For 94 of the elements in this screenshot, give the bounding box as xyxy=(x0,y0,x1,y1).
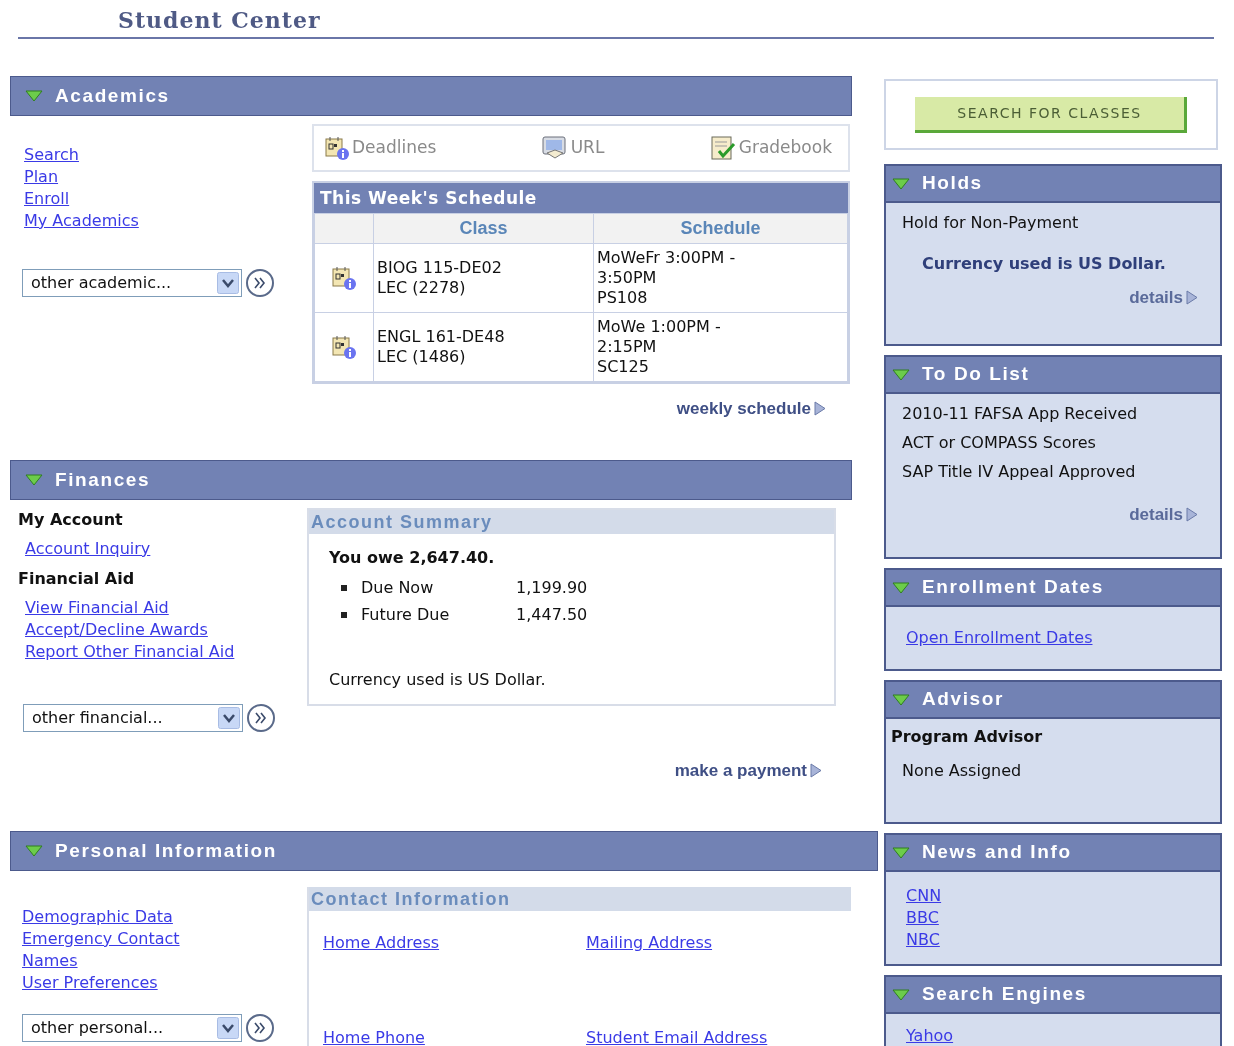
section-title: Academics xyxy=(55,83,170,108)
toolbar-button[interactable]: Deadlines xyxy=(324,135,437,161)
amount-label: Future Due xyxy=(361,605,451,624)
nav-link[interactable]: Emergency Contact xyxy=(22,928,180,950)
calendar-info-icon xyxy=(324,135,350,161)
amount-owed: You owe 2,647.40. xyxy=(329,547,496,569)
triangle-arrow-icon xyxy=(810,763,822,779)
panel-title: Holds xyxy=(922,171,983,196)
panel-link[interactable]: CNN xyxy=(906,886,942,905)
section-title: Finances xyxy=(55,467,151,492)
collapse-triangle-icon[interactable] xyxy=(892,368,910,381)
panel-link[interactable]: Yahoo xyxy=(906,1026,954,1045)
collapse-triangle-icon[interactable] xyxy=(25,474,43,486)
go-button[interactable] xyxy=(247,704,275,732)
panel-link[interactable]: Open Enrollment Dates xyxy=(906,628,1093,647)
search-classes-button[interactable]: SEARCH FOR CLASSES xyxy=(915,96,1187,133)
go-button[interactable] xyxy=(246,1014,274,1042)
nav-link[interactable]: My Academics xyxy=(24,210,139,232)
details-link[interactable]: details xyxy=(1129,285,1198,311)
nav-link[interactable]: Enroll xyxy=(24,188,70,210)
panel-text: SAP Title IV Appeal Approved xyxy=(901,461,1137,483)
toolbar-button[interactable]: Gradebook xyxy=(708,134,832,162)
nav-link[interactable]: View Financial Aid xyxy=(25,597,169,619)
table-title: This Week's Schedule xyxy=(314,183,848,213)
dropdown[interactable]: other financial... xyxy=(23,704,243,732)
nav-link[interactable]: User Preferences xyxy=(22,972,158,994)
panel-title: Enrollment Dates xyxy=(922,575,1104,600)
table-cell: MoWe 1:00PM - 2:15PM SC125 xyxy=(593,312,848,382)
table-cell: ENGL 161-DE48 LEC (1486) xyxy=(373,312,594,382)
caret-icon xyxy=(218,707,240,729)
collapse-triangle-icon[interactable] xyxy=(892,693,910,706)
caret-icon xyxy=(217,1017,239,1039)
bullet-icon xyxy=(341,584,347,591)
panel-title: To Do List xyxy=(922,362,1030,387)
collapse-triangle-icon[interactable] xyxy=(25,845,43,857)
nav-link[interactable]: Names xyxy=(22,950,78,972)
nav-link[interactable]: Accept/Decline Awards xyxy=(25,619,208,641)
box-title: Contact Information xyxy=(309,887,851,911)
calendar-info-icon xyxy=(331,334,357,360)
caret-icon xyxy=(217,272,239,294)
box-title: Account Summary xyxy=(309,510,834,534)
contact-link[interactable]: Mailing Address xyxy=(586,931,713,955)
panel-note: Currency used is US Dollar. xyxy=(921,253,1167,275)
collapse-triangle-icon[interactable] xyxy=(892,846,910,859)
dropdown[interactable]: other personal... xyxy=(22,1014,242,1042)
panel-text: None Assigned xyxy=(901,760,1023,782)
currency-note: Currency used is US Dollar. xyxy=(329,669,547,691)
panel-title: News and Info xyxy=(922,840,1072,865)
table-cell: BIOG 115-DE02 LEC (2278) xyxy=(373,243,594,313)
section-title: Personal Information xyxy=(55,838,278,863)
page-title: Student Center xyxy=(117,6,322,35)
checklist-icon xyxy=(708,134,737,162)
collapse-triangle-icon[interactable] xyxy=(25,90,43,102)
panel-link[interactable]: BBC xyxy=(906,908,939,927)
column-header: Class xyxy=(373,213,594,244)
bullet-icon xyxy=(341,611,347,618)
calendar-info-icon xyxy=(331,265,357,291)
contact-link[interactable]: Student Email Address xyxy=(586,1026,768,1046)
go-button[interactable] xyxy=(246,269,274,297)
group-heading: My Account xyxy=(18,510,124,530)
amount-value: 1,447.50 xyxy=(516,605,588,624)
nav-link[interactable]: Account Inquiry xyxy=(25,538,151,560)
contact-link[interactable]: Home Phone xyxy=(323,1026,425,1046)
nav-link[interactable]: Report Other Financial Aid xyxy=(25,641,235,663)
dropdown[interactable]: other academic... xyxy=(22,269,242,297)
more-link[interactable]: make a payment xyxy=(674,758,822,784)
collapse-triangle-icon[interactable] xyxy=(892,988,910,1001)
nav-link[interactable]: Plan xyxy=(24,166,59,188)
panel-link[interactable]: NBC xyxy=(906,930,940,949)
collapse-triangle-icon[interactable] xyxy=(892,581,910,594)
contact-link[interactable]: Home Address xyxy=(323,931,440,955)
table-cell: MoWeFr 3:00PM - 3:50PM PS108 xyxy=(593,243,848,313)
group-heading: Financial Aid xyxy=(18,569,136,589)
panel-text: Hold for Non-Payment xyxy=(901,212,1080,234)
column-header: Schedule xyxy=(593,213,848,244)
nav-link[interactable]: Demographic Data xyxy=(22,906,173,928)
more-link[interactable]: weekly schedule xyxy=(676,396,826,422)
collapse-triangle-icon[interactable] xyxy=(892,177,910,190)
triangle-arrow-icon xyxy=(1186,290,1198,306)
double-chevron-icon xyxy=(253,711,269,725)
amount-value: 1,199.90 xyxy=(516,578,588,597)
triangle-arrow-icon xyxy=(1186,507,1198,523)
monitor-book-icon xyxy=(540,135,569,161)
panel-title: Search Engines xyxy=(922,982,1087,1007)
double-chevron-icon xyxy=(252,276,268,290)
amount-label: Due Now xyxy=(361,578,435,597)
details-link[interactable]: details xyxy=(1129,502,1198,528)
panel-text: 2010-11 FAFSA App Received xyxy=(901,403,1139,425)
panel-title: Advisor xyxy=(922,687,1004,712)
nav-link[interactable]: Search xyxy=(24,144,79,166)
panel-heading: Program Advisor xyxy=(890,726,1044,748)
panel-text: ACT or COMPASS Scores xyxy=(901,432,1097,454)
triangle-arrow-icon xyxy=(814,401,826,417)
double-chevron-icon xyxy=(252,1021,268,1035)
